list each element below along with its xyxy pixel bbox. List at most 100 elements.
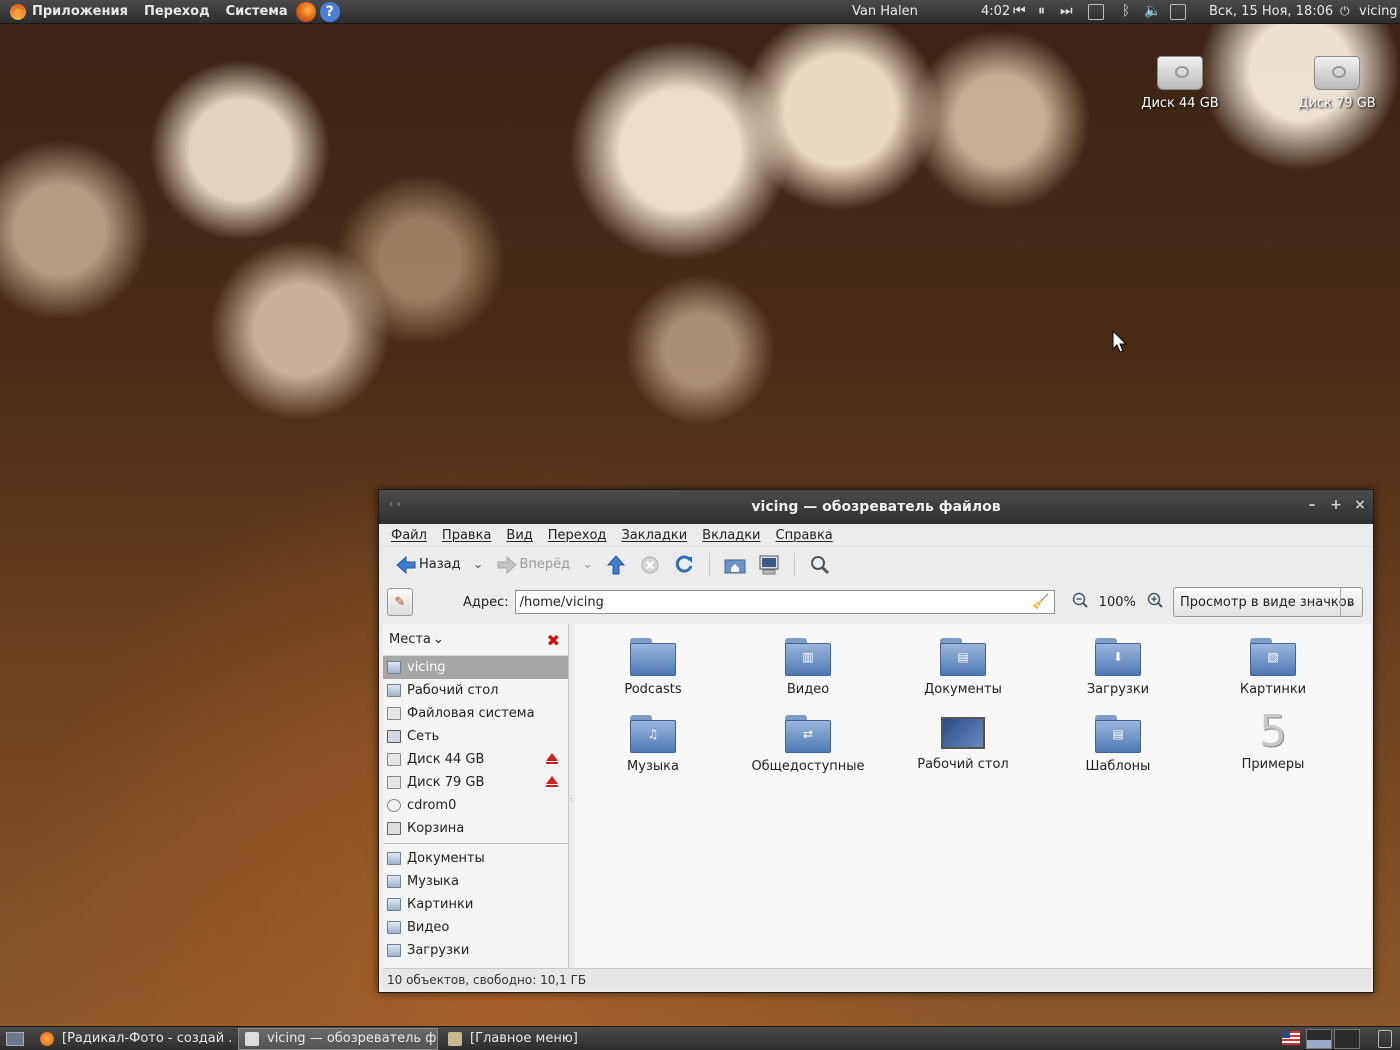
clear-icon[interactable]: 🧹	[1032, 594, 1049, 610]
taskbar-item-browser[interactable]: [Радикал-Фото - создай ...	[34, 1028, 234, 1050]
clock[interactable]: Вск, 15 Ноя, 18:06	[1209, 4, 1333, 19]
sidebar-item-trash[interactable]: Корзина	[383, 817, 568, 840]
folder-download-icon: ⬇	[1095, 638, 1141, 676]
hard-drive-icon	[1314, 56, 1360, 90]
places-menu[interactable]: Переход	[144, 4, 210, 19]
zoom-level[interactable]: 100%	[1099, 595, 1136, 610]
maximize-icon[interactable]: +	[1329, 497, 1343, 513]
menu-help[interactable]: Справка	[776, 528, 833, 543]
network-icon	[387, 730, 401, 743]
taskbar-item-file-browser[interactable]: vicing — обозреватель ф...	[238, 1027, 438, 1050]
user-menu[interactable]: vicing	[1359, 4, 1398, 19]
sidebar-item-documents[interactable]: Документы	[383, 847, 568, 870]
zoom-in-icon[interactable]	[1146, 591, 1164, 613]
sidebar-resize-handle[interactable]: ⋮	[567, 794, 575, 803]
close-icon[interactable]: ×	[1353, 497, 1367, 513]
up-button[interactable]	[601, 551, 631, 579]
file-label: Загрузки	[1086, 682, 1150, 697]
search-button[interactable]	[805, 551, 835, 579]
menu-go[interactable]: Переход	[548, 528, 607, 543]
window-menu-icon[interactable]: ‹ ›	[389, 499, 401, 510]
network-icon[interactable]	[1170, 4, 1186, 20]
pause-icon[interactable]: ⏸	[1038, 3, 1045, 19]
file-item[interactable]: Рабочий стол	[888, 713, 1038, 772]
back-button[interactable]: Назад	[391, 551, 465, 579]
sidebar-item-disk-44[interactable]: Диск 44 GB	[383, 748, 568, 771]
system-menu[interactable]: Система	[226, 4, 288, 19]
close-sidebar-icon[interactable]: ✖	[547, 631, 560, 650]
sidebar-item-downloads[interactable]: Загрузки	[383, 939, 568, 962]
show-desktop-icon[interactable]	[6, 1031, 24, 1046]
volume-icon[interactable]: 🔈	[1144, 3, 1161, 19]
sidebar-item-music[interactable]: Музыка	[383, 870, 568, 893]
file-item[interactable]: ⬇ Загрузки	[1043, 638, 1193, 697]
chevron-down-icon: ⌄	[1340, 588, 1362, 616]
folder-icon	[387, 875, 401, 888]
sidebar-item-cdrom[interactable]: cdrom0	[383, 794, 568, 817]
file-label: Видео	[786, 682, 830, 697]
toggle-location-button[interactable]: ✎	[387, 588, 413, 616]
file-item[interactable]: ▧ Картинки	[1198, 638, 1348, 697]
file-manager-icon	[245, 1031, 259, 1046]
desktop-icon	[387, 684, 401, 697]
home-button[interactable]	[720, 551, 750, 579]
menu-tabs[interactable]: Вкладки	[702, 528, 760, 543]
address-input[interactable]: /home/vicing 🧹	[514, 590, 1055, 614]
forward-history-dropdown[interactable]: ⌄	[578, 551, 597, 579]
desktop-disk-44[interactable]: Диск 44 GB	[1130, 56, 1230, 111]
sidebar-item-label: vicing	[407, 660, 446, 675]
keyboard-layout-flag-icon[interactable]	[1282, 1031, 1300, 1045]
desktop-icon-label: Диск 79 GB	[1298, 96, 1376, 111]
menu-bookmarks[interactable]: Закладки	[621, 528, 687, 543]
zoom-out-icon[interactable]	[1071, 591, 1089, 613]
file-item[interactable]: Podcasts	[578, 638, 728, 697]
next-track-icon[interactable]: ⏭	[1060, 3, 1073, 19]
sidebar-item-pictures[interactable]: Картинки	[383, 893, 568, 916]
terminal-icon[interactable]	[1088, 4, 1104, 20]
file-item[interactable]: ⇄ Общедоступные	[733, 715, 883, 774]
menu-file[interactable]: Файл	[391, 528, 427, 543]
trash-icon[interactable]	[1378, 1030, 1392, 1048]
track-time: 4:02	[981, 4, 1011, 19]
desktop-disk-79[interactable]: Диск 79 GB	[1287, 56, 1387, 111]
stop-button[interactable]	[635, 551, 665, 579]
sidebar-item-home[interactable]: vicing	[383, 656, 568, 679]
view-mode-select[interactable]: Просмотр в виде значков ⌄	[1173, 587, 1363, 617]
menu-view[interactable]: Вид	[506, 528, 532, 543]
workspace-2[interactable]	[1334, 1029, 1360, 1049]
address-value: /home/vicing	[519, 594, 604, 610]
forward-button[interactable]: Вперёд	[492, 551, 575, 579]
menu-edit[interactable]: Правка	[442, 528, 491, 543]
file-item[interactable]: 𝟧 Примеры	[1198, 710, 1348, 773]
file-item[interactable]: ▤ Шаблоны	[1043, 715, 1193, 774]
icon-view[interactable]: Podcasts ▥ Видео ▤ Документы ⬇ Загрузки …	[575, 624, 1371, 968]
minimize-icon[interactable]: –	[1305, 497, 1319, 513]
reload-button[interactable]	[669, 551, 699, 579]
back-history-dropdown[interactable]: ⌄	[469, 551, 488, 579]
help-icon[interactable]: ?	[319, 1, 340, 22]
eject-icon[interactable]	[546, 753, 558, 764]
file-item[interactable]: ▤ Документы	[888, 638, 1038, 697]
file-item[interactable]: ▥ Видео	[733, 638, 883, 697]
sidebar-item-label: cdrom0	[407, 798, 457, 813]
power-icon[interactable]: ⏻	[1340, 4, 1350, 19]
sidebar-item-videos[interactable]: Видео	[383, 916, 568, 939]
file-item[interactable]: ♫ Музыка	[578, 715, 728, 774]
sidebar-item-disk-79[interactable]: Диск 79 GB	[383, 771, 568, 794]
bluetooth-icon[interactable]: ᛒ	[1122, 3, 1130, 19]
eject-icon[interactable]	[546, 776, 558, 787]
sidebar-item-desktop[interactable]: Рабочий стол	[383, 679, 568, 702]
applications-menu[interactable]: Приложения	[32, 4, 128, 19]
previous-track-icon[interactable]: ⏮	[1013, 3, 1026, 19]
top-panel: Приложения Переход Система ? Van Halen 4…	[0, 0, 1400, 24]
sidebar-item-network[interactable]: Сеть	[383, 725, 568, 748]
menubar: Файл Правка Вид Переход Закладки Вкладки…	[379, 524, 1373, 546]
taskbar-item-main-menu[interactable]: [Главное меню]	[442, 1028, 642, 1050]
sidebar-header[interactable]: Места ⌄ ✖	[383, 624, 568, 656]
workspace-1[interactable]	[1306, 1029, 1332, 1049]
sidebar-item-filesystem[interactable]: Файловая система	[383, 702, 568, 725]
ubuntu-logo-icon[interactable]	[10, 3, 26, 20]
firefox-icon[interactable]	[295, 1, 316, 22]
window-titlebar[interactable]: ‹ › vicing — обозреватель файлов – + ×	[379, 490, 1373, 524]
computer-button[interactable]	[754, 551, 784, 579]
